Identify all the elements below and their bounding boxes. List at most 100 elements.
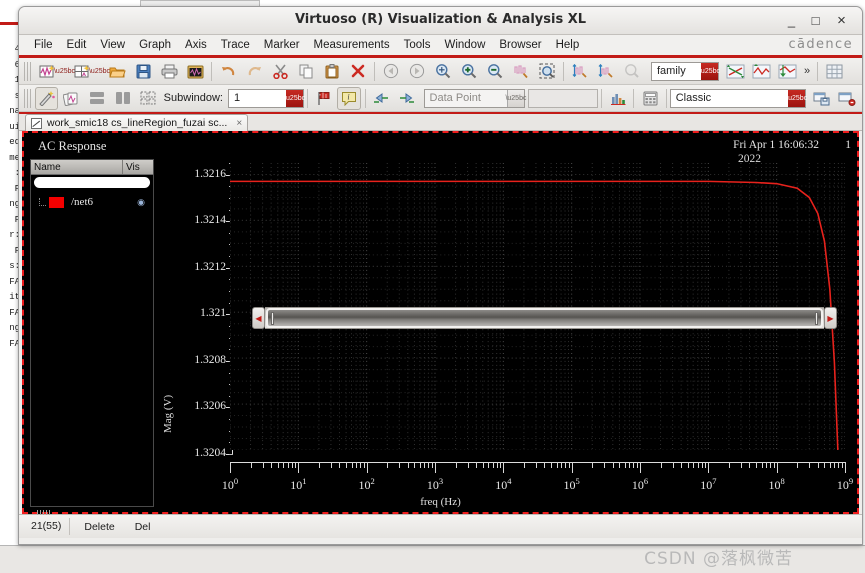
cut-button[interactable] [268,60,292,83]
maximize-button[interactable]: □ [807,13,824,30]
chevron-down-icon[interactable]: \u25bc [699,62,720,80]
legend-col-name: Name [31,160,123,174]
x-tick-exponent: 4 [507,476,512,486]
zoom-fit-button[interactable] [431,60,455,83]
background-text-line: 6 [0,58,20,74]
trace-color-swatch[interactable] [49,196,64,208]
x-axis-minor-tick [356,462,358,468]
copy-button[interactable] [294,60,318,83]
style-combo[interactable]: Classic \u25bc [669,88,807,108]
x-axis: 100 101 102 103 104 105 106 107 108 109 [222,450,853,512]
x-tick-mantissa: 10 [700,478,713,492]
legend-row-net6[interactable]: /net6 ◉ [31,194,153,210]
title-bar: Virtuoso (R) Visualization & Analysis XL… [19,7,862,35]
x-axis-tick-label: 100 [222,476,238,493]
menu-item-graph[interactable]: Graph [132,39,178,51]
toolbar-grip[interactable] [24,88,31,108]
toolbar-overflow-button[interactable]: » [800,65,814,77]
menu-item-trace[interactable]: Trace [214,39,257,51]
new-subwindow-dropdown-arrow[interactable]: \u25bc [89,60,110,82]
delete-style-button[interactable] [836,87,859,110]
grid-toggle-button[interactable] [822,60,846,83]
statusbar-resize-handle[interactable] [37,510,51,515]
x-tick-exponent: 0 [233,476,239,486]
x-axis-minor-tick [740,462,742,468]
stack-rows-button[interactable] [86,87,109,110]
flag-marker-button[interactable] [312,87,335,110]
print-button[interactable] [157,60,181,83]
undo-button[interactable] [216,60,240,83]
menu-item-tools[interactable]: Tools [397,39,438,51]
vertical-zoom-out-button[interactable] [594,60,618,83]
legend-search-input[interactable] [34,177,150,188]
x-tick-exponent: 8 [780,476,785,486]
snapshot-button[interactable] [183,60,207,83]
scrollbar-track[interactable] [265,307,824,329]
forward-button[interactable] [405,60,429,83]
chevron-down-icon[interactable]: \u25bc [786,89,807,107]
horizontal-scrollbar[interactable]: ◀ ▶ [252,307,837,329]
new-window-button[interactable] [35,60,59,83]
chevron-down-icon[interactable]: \u25bc [505,89,526,107]
save-button[interactable] [131,60,155,83]
menu-item-file[interactable]: File [27,39,60,51]
next-marker-button[interactable] [395,87,418,110]
data-point-combo[interactable]: Data Point \u25bc [423,88,526,108]
menu-item-window[interactable]: Window [437,39,492,51]
data-point-field[interactable] [527,88,599,108]
close-icon[interactable]: × [236,118,242,129]
status-count: 21(55) [23,518,71,535]
zoom-out-button[interactable] [483,60,507,83]
menu-item-axis[interactable]: Axis [178,39,214,51]
x-axis-minor-tick [604,462,606,468]
x-axis-minor-tick [568,462,570,468]
x-axis-minor-tick [488,462,490,468]
zoom-in-button[interactable] [457,60,481,83]
menu-item-marker[interactable]: Marker [257,39,307,51]
background-text-line: r: [9,230,20,240]
new-window-dropdown-arrow[interactable]: \u25bc [54,60,75,82]
zoom-disabled-button [620,60,644,83]
chevron-down-icon[interactable]: \u25bc [284,89,305,107]
menu-item-measurements[interactable]: Measurements [307,39,397,51]
histogram-button[interactable] [606,87,629,110]
x-axis-minor-tick [824,462,826,468]
y-axis-tick-label: 1.3204 [194,447,226,459]
family-combo[interactable]: family \u25bc [651,61,720,81]
vertical-zoom-in-button[interactable] [568,60,592,83]
minimize-button[interactable]: _ [783,13,800,30]
back-button[interactable] [379,60,403,83]
cards-button[interactable] [60,87,83,110]
previous-marker-button[interactable] [370,87,393,110]
subwindow-combo[interactable]: 1 \u25bc [228,88,305,108]
annotation-note-button[interactable]: i [337,86,361,110]
calculator-button[interactable] [638,87,661,110]
save-style-button[interactable] [810,87,833,110]
area-zoom-button[interactable] [535,60,559,83]
x-axis-minor-tick [360,462,362,468]
scrollbar-thumb[interactable] [266,308,823,328]
swap-axes-button[interactable] [723,60,747,83]
waveform-zoom-button[interactable] [509,60,533,83]
open-button[interactable] [105,60,129,83]
scroll-left-arrow[interactable]: ◀ [252,307,265,329]
tile-grid-button[interactable] [136,87,159,110]
delete-button[interactable] [346,60,370,83]
menu-item-edit[interactable]: Edit [60,39,94,51]
document-tab[interactable]: work_smic18 cs_lineRegion_fuzai sc... × [25,114,249,131]
paste-button[interactable] [320,60,344,83]
stack-columns-button[interactable] [111,87,134,110]
y-axis-tick-label: 1.3208 [194,353,226,366]
scroll-right-arrow[interactable]: ▶ [824,307,837,329]
menu-item-view[interactable]: View [93,39,132,51]
toolbar-grip[interactable] [24,61,31,81]
redo-button[interactable] [242,60,266,83]
split-traces-button[interactable] [775,60,799,83]
eye-icon[interactable]: ◉ [137,197,145,208]
magic-wand-button[interactable] [34,86,59,110]
menu-item-browser[interactable]: Browser [492,39,548,51]
close-button[interactable]: × [833,13,850,30]
new-subwindow-button[interactable] [70,60,94,83]
strip-chart-button[interactable] [749,60,773,83]
menu-item-help[interactable]: Help [549,39,587,51]
